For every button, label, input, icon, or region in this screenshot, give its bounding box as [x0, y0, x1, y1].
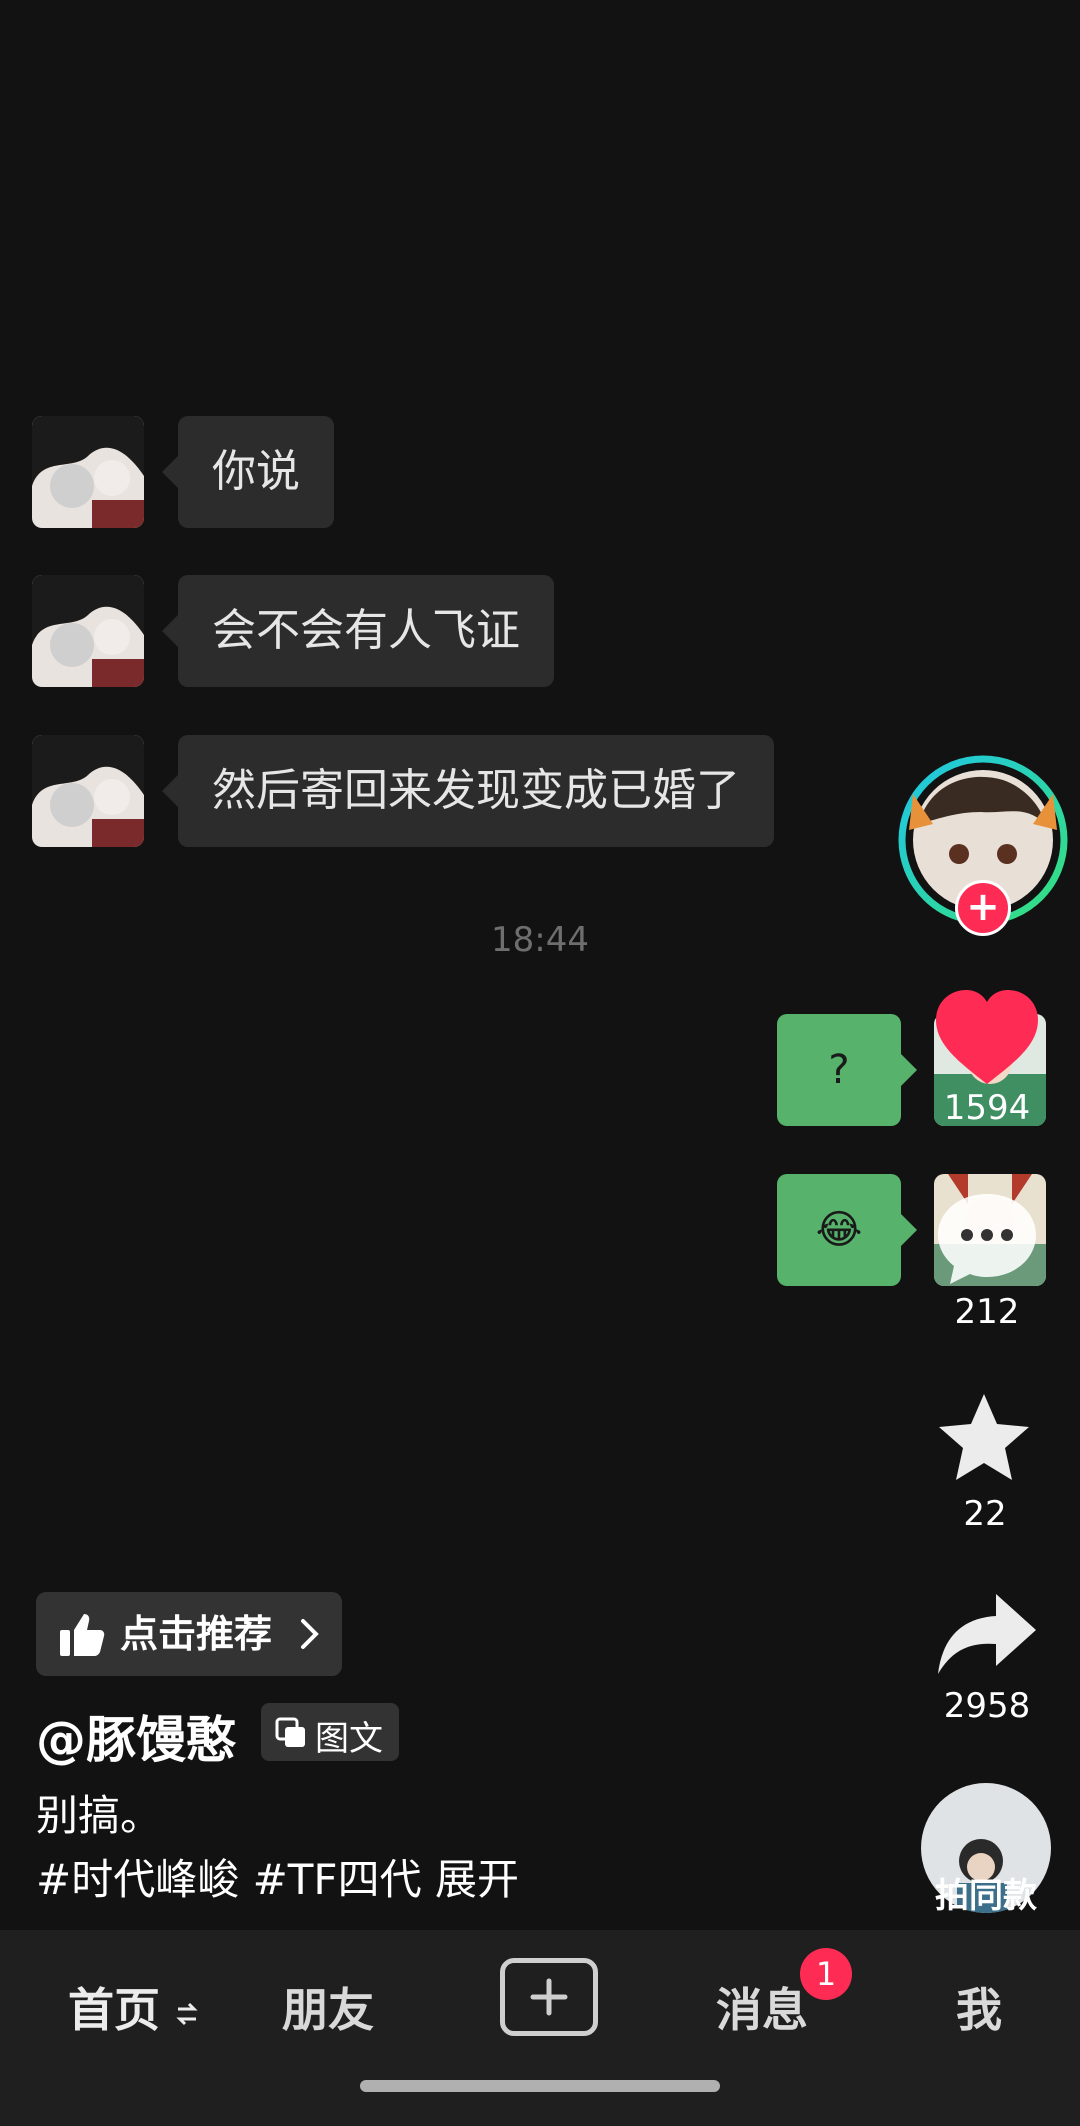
message-bubble-self[interactable]: 😂 — [777, 1174, 917, 1286]
message-text: 然后寄回来发现变成已婚了 — [212, 765, 740, 816]
swap-icon — [176, 2002, 198, 2025]
nav-home-label: 首页 — [68, 1983, 160, 2037]
create-button[interactable] — [500, 1958, 598, 2036]
message-text: 会不会有人飞证 — [212, 605, 520, 656]
expand-link[interactable]: 展开 — [435, 1855, 519, 1904]
star-icon — [939, 1394, 1029, 1480]
bottom-nav: 首页 朋友 消息 1 我 — [0, 1930, 1080, 2126]
nav-messages[interactable]: 消息 — [716, 1974, 808, 2040]
favorite-button[interactable] — [934, 1390, 1034, 1490]
follow-button[interactable]: + — [955, 880, 1011, 936]
nav-friends-label: 朋友 — [282, 1983, 374, 2037]
recommend-label: 点击推荐 — [120, 1612, 273, 1656]
messages-badge: 1 — [800, 1948, 852, 2000]
hashtag-link[interactable]: #TF四代 — [253, 1855, 422, 1904]
hashtag-link[interactable]: #时代峰峻 — [36, 1855, 239, 1904]
nav-friends[interactable]: 朋友 — [282, 1974, 374, 2040]
sender-avatar — [32, 416, 144, 528]
like-count: 1594 — [943, 1088, 1031, 1128]
message-text: ? — [828, 1047, 850, 1093]
nav-me[interactable]: 我 — [956, 1974, 1002, 2040]
heart-icon — [936, 990, 1038, 1084]
message-text: 你说 — [212, 446, 300, 497]
post-type-label: 图文 — [315, 1719, 383, 1759]
sender-avatar — [32, 735, 144, 847]
author-name[interactable]: @豚馒憨 — [36, 1700, 236, 1772]
home-indicator — [360, 2080, 720, 2092]
messages-badge-count: 1 — [815, 1955, 837, 1993]
message-bubble[interactable]: 会不会有人飞证 — [162, 575, 554, 687]
plus-icon: + — [966, 884, 1000, 930]
nav-messages-label: 消息 — [716, 1983, 808, 2037]
comment-count: 212 — [954, 1292, 1020, 1332]
message-bubble-self[interactable]: ? — [777, 1014, 917, 1126]
nav-me-label: 我 — [956, 1983, 1002, 2037]
copy-icon — [275, 1717, 305, 1747]
caption-tags: #时代峰峻 #TF四代 展开 — [36, 1846, 519, 1907]
message-text: 😂 — [815, 1207, 863, 1253]
post-type-badge: 图文 — [261, 1703, 399, 1761]
favorite-count: 22 — [963, 1494, 1007, 1534]
nav-home[interactable]: 首页 — [68, 1974, 198, 2040]
sender-avatar — [32, 575, 144, 687]
recommend-button[interactable]: 点击推荐 — [36, 1592, 342, 1676]
thumbs-up-icon — [60, 1614, 105, 1656]
comment-button[interactable] — [934, 1190, 1040, 1290]
message-bubble[interactable]: 你说 — [162, 416, 334, 528]
caption-text: 别搞。 — [36, 1791, 163, 1840]
comment-icon — [938, 1194, 1036, 1284]
share-icon — [938, 1594, 1036, 1674]
share-count: 2958 — [943, 1686, 1031, 1726]
plus-icon — [530, 1978, 568, 2016]
same-style-label: 拍同款 — [935, 1876, 1037, 1916]
share-button[interactable] — [934, 1590, 1040, 1680]
message-bubble[interactable]: 然后寄回来发现变成已婚了 — [162, 735, 774, 847]
like-button[interactable] — [932, 988, 1042, 1088]
chevron-right-icon — [301, 1619, 319, 1649]
